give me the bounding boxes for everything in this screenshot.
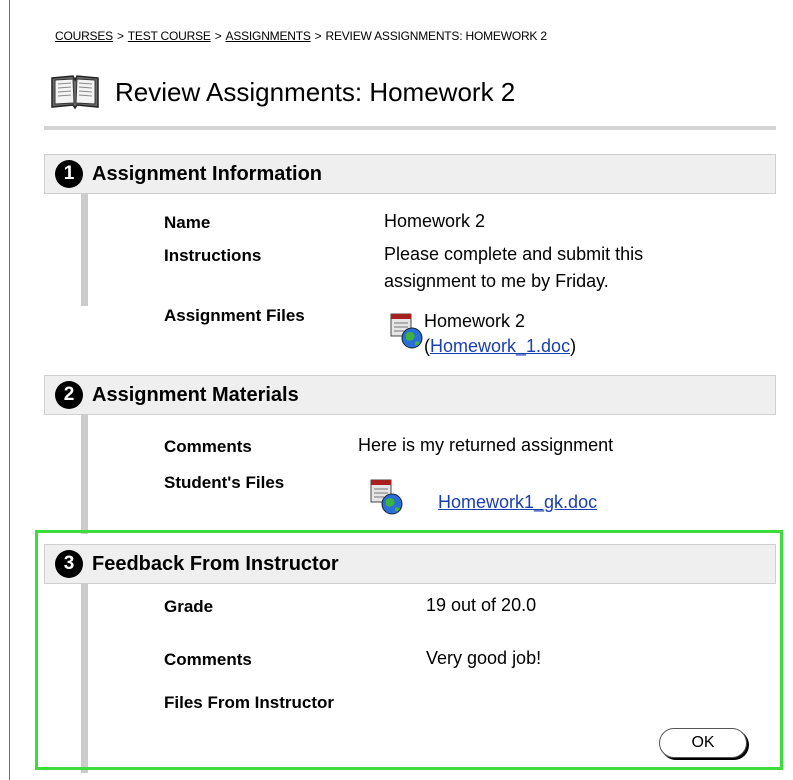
breadcrumb-separator: > — [314, 29, 322, 43]
step-number-2: 2 — [55, 381, 83, 409]
instructions-line-2: assignment to me by Friday. — [384, 271, 609, 291]
breadcrumb: COURSES > TEST COURSE > ASSIGNMENTS > REVIEW A… — [55, 29, 547, 43]
step-number-1: 1 — [55, 160, 83, 188]
page-header: Review Assignments: Homework 2 — [49, 72, 515, 112]
section-2-side-bar — [81, 414, 88, 534]
breadcrumb-link-courses[interactable]: COURSES — [55, 29, 113, 43]
breadcrumb-current: REVIEW ASSIGNMENTS: HOMEWORK 2 — [325, 29, 547, 43]
name-label: Name — [164, 213, 211, 232]
breadcrumb-link-assignments[interactable]: ASSIGNMENTS — [226, 29, 311, 43]
section-1-side-bar — [81, 193, 88, 306]
assignment-file-title: Homework 2 — [424, 311, 526, 331]
section-title: Assignment Information — [92, 162, 323, 185]
section-assignment-information-header: 1 Assignment Information — [44, 154, 776, 194]
breadcrumb-link-test-course[interactable]: TEST COURSE — [128, 29, 211, 43]
instructions-label: Instructions — [164, 246, 262, 265]
section-title: Assignment Materials — [92, 383, 299, 406]
open-book-icon — [51, 75, 99, 110]
breadcrumb-separator: > — [116, 29, 124, 43]
name-value: Homework 2 — [384, 211, 486, 231]
section-assignment-materials-header: 2 Assignment Materials — [44, 375, 776, 415]
window-left-border — [9, 0, 10, 780]
student-comments-value: Here is my returned assignment — [358, 435, 614, 455]
student-comments-label: Comments — [164, 437, 252, 456]
breadcrumb-separator: > — [214, 29, 222, 43]
students-files-label: Student's Files — [164, 473, 285, 492]
paren-close: ) — [570, 336, 577, 356]
instructions-line-1: Please complete and submit this — [384, 244, 644, 264]
assignment-files-label: Assignment Files — [164, 306, 305, 325]
document-globe-icon — [370, 479, 403, 515]
assignment-file-line: (Homework_1.doc) — [424, 335, 576, 358]
page-title: Review Assignments: Homework 2 — [115, 76, 516, 107]
title-divider — [44, 126, 776, 130]
assignment-file-link[interactable]: Homework_1.doc — [430, 336, 570, 356]
document-globe-icon — [390, 313, 423, 349]
feedback-highlight-box — [35, 530, 783, 770]
student-file-link[interactable]: Homework1_gk.doc — [438, 492, 597, 512]
